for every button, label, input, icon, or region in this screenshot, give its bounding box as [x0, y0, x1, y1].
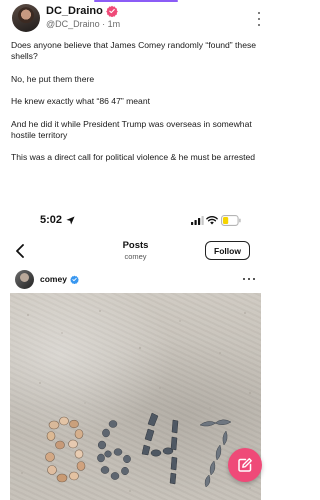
author-avatar[interactable]: [12, 4, 40, 32]
post-options-icon[interactable]: [255, 12, 263, 26]
shell-digit-4: [141, 412, 179, 485]
profile-nav-bar: Posts comey Follow: [0, 236, 271, 266]
signal-icon: [191, 216, 204, 225]
verified-badge-icon: [106, 5, 118, 17]
ig-more-options-icon[interactable]: [243, 278, 255, 281]
post-paragraph: This was a direct call for political vio…: [11, 152, 256, 163]
status-time: 5:02: [40, 214, 63, 226]
follow-button[interactable]: Follow: [205, 241, 250, 260]
wifi-icon: [206, 216, 218, 225]
author-display-name[interactable]: DC_Draino: [46, 5, 103, 17]
author-name-row: DC_Draino: [46, 5, 118, 17]
post-age: 1m: [107, 19, 121, 29]
sand-shells-photo: [10, 293, 261, 500]
compose-icon: [238, 458, 252, 472]
reading-progress-bar: [0, 0, 271, 3]
shells-8647-illustration: [21, 310, 252, 492]
author-meta: @DC_Draino · 1m: [46, 19, 120, 29]
post-body: Does anyone believe that James Comey ran…: [11, 40, 263, 175]
ig-username[interactable]: comey: [40, 274, 67, 284]
compose-button[interactable]: [228, 448, 262, 482]
post-paragraph: No, he put them there: [11, 73, 95, 84]
post-paragraph: Does anyone believe that James Comey ran…: [11, 40, 257, 61]
location-arrow-icon: [66, 216, 75, 225]
post-header: DC_Draino @DC_Draino · 1m: [12, 4, 265, 34]
ig-post-header: comey: [0, 270, 271, 290]
shell-digit-6: [97, 420, 131, 480]
author-handle[interactable]: @DC_Draino: [46, 19, 100, 29]
embedded-screenshot[interactable]: 5:02 Posts comey Follow comey: [0, 206, 271, 500]
ig-avatar[interactable]: [15, 270, 34, 289]
phone-status-bar: 5:02: [0, 214, 271, 228]
shell-digit-7: [199, 419, 232, 488]
shell-digit-8: [45, 416, 86, 483]
post-paragraph: He knew exactly what “86 47” meant: [11, 96, 150, 107]
battery-icon: [221, 215, 241, 226]
post-paragraph: And he did it while President Trump was …: [11, 118, 252, 140]
reading-progress-fill: [94, 0, 178, 2]
ig-username-row: comey: [40, 274, 79, 284]
ig-verified-icon: [70, 275, 79, 284]
